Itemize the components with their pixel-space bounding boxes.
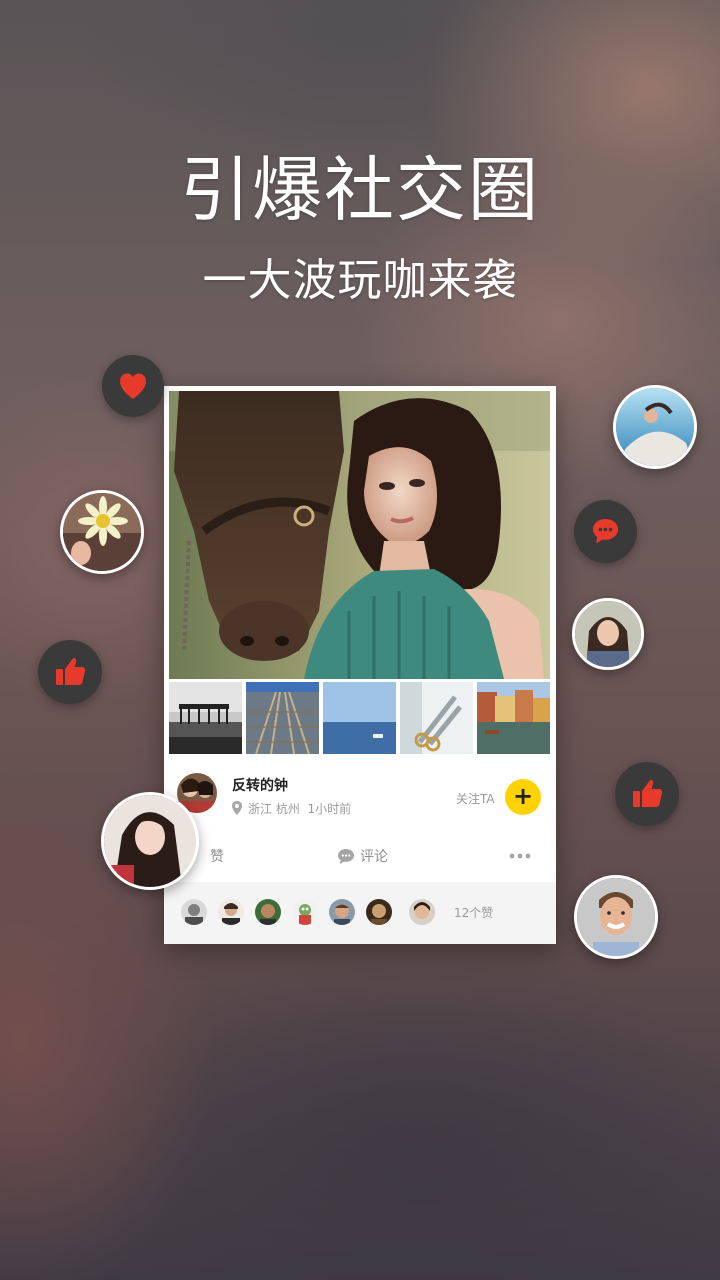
liker-avatar[interactable] <box>218 899 244 925</box>
smiling-man-avatar[interactable] <box>574 875 658 959</box>
girl-avatar[interactable] <box>572 598 644 670</box>
splash-screen: 引爆社交圈 一大波玩咖来袭 反转的钟 浙江 杭州 1小时前 关注TA + 赞 评… <box>0 0 720 1280</box>
headline-title: 引爆社交圈 <box>180 149 540 231</box>
liker-avatar[interactable] <box>409 899 435 925</box>
long-hair-avatar[interactable] <box>101 792 199 890</box>
liker-avatar[interactable] <box>181 899 207 925</box>
post-action-bar: 赞 评论 <box>164 832 556 882</box>
likers-bar: 12个赞 <box>164 882 556 944</box>
follow-button[interactable]: + <box>505 779 541 815</box>
thumbs-up-bubble-right[interactable] <box>615 762 679 826</box>
chat-icon <box>574 500 637 563</box>
location-pin-icon <box>232 801 242 815</box>
more-options-icon[interactable] <box>509 852 531 860</box>
thumbnail-railway[interactable] <box>246 682 319 754</box>
liker-avatar[interactable] <box>329 899 355 925</box>
location-time-text: 浙江 杭州 1小时前 <box>248 802 352 816</box>
thumbnail-scissors[interactable] <box>400 682 473 754</box>
comment-action-label: 评论 <box>360 849 388 865</box>
underwater-avatar[interactable] <box>613 385 697 469</box>
liker-avatar[interactable] <box>366 899 392 925</box>
post-main-photo[interactable] <box>169 391 550 679</box>
thumbnail-pier[interactable] <box>169 682 242 754</box>
follow-label: 关注TA <box>456 792 495 806</box>
liker-avatar[interactable] <box>292 899 318 925</box>
heart-bubble[interactable] <box>102 355 164 417</box>
thumbs-up-icon <box>38 640 102 704</box>
post-card: 反转的钟 浙江 杭州 1小时前 关注TA + 赞 评论 12个赞 <box>164 386 556 944</box>
liker-avatar[interactable] <box>255 899 281 925</box>
likes-count[interactable]: 12个赞 <box>454 904 493 921</box>
heart-icon <box>102 355 164 417</box>
headline-subtitle: 一大波玩咖来袭 <box>202 255 518 306</box>
thumbnail-ocean[interactable] <box>323 682 396 754</box>
flower-avatar[interactable] <box>60 490 144 574</box>
comment-icon <box>338 848 354 864</box>
thumbs-up-icon <box>615 762 679 826</box>
thumbnail-canal[interactable] <box>477 682 550 754</box>
thumbs-up-bubble-left[interactable] <box>38 640 102 704</box>
comment-button[interactable]: 评论 <box>338 844 388 868</box>
like-action-label[interactable]: 赞 <box>210 846 224 866</box>
chat-bubble[interactable] <box>574 500 637 563</box>
author-name[interactable]: 反转的钟 <box>232 775 288 795</box>
